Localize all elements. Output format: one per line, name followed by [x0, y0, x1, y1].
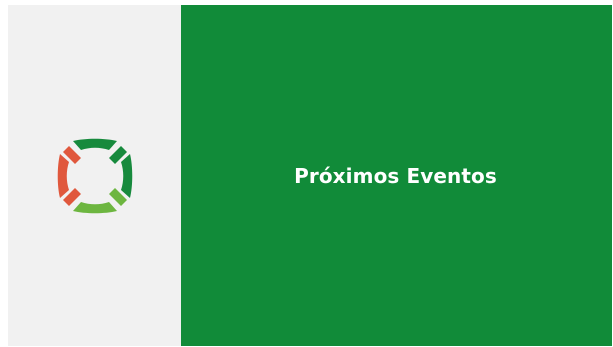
page-title: Próximos Eventos — [294, 163, 497, 188]
slide-frame: Próximos Eventos — [8, 5, 612, 346]
left-panel — [8, 5, 181, 346]
lifebuoy-logo-icon — [57, 138, 133, 214]
right-panel: Próximos Eventos — [181, 5, 612, 346]
